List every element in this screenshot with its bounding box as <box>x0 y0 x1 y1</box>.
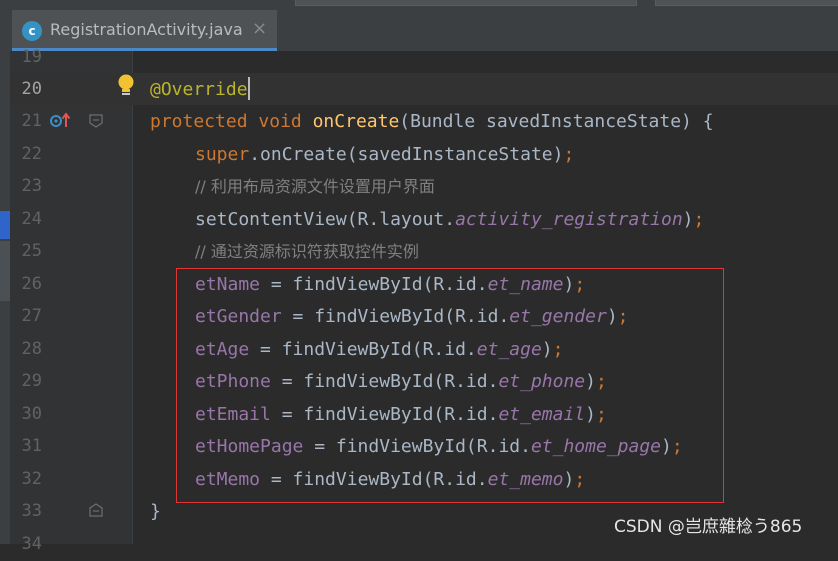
comment[interactable]: // 通过资源标识符获取控件实例 <box>195 235 419 268</box>
closing-brace[interactable]: } <box>150 495 161 528</box>
line-number: 20 <box>21 79 42 99</box>
method-params: (Bundle savedInstanceState) { <box>399 111 714 132</box>
call-text: setContentView(R.layout. <box>195 209 456 230</box>
line-number: 25 <box>21 241 42 261</box>
code-line-25: 25 // 通过资源标识符获取控件实例 <box>0 235 838 268</box>
semicolon: ; <box>563 144 575 165</box>
java-class-icon: c <box>22 21 42 41</box>
line-number: 26 <box>21 274 42 294</box>
line-number: 22 <box>21 144 42 164</box>
watermark: CSDN @岂庶雜棯う865 <box>614 517 803 537</box>
tab-title: RegistrationActivity.java <box>50 20 243 39</box>
code-line-19: 19 <box>0 41 838 74</box>
line-number: 23 <box>21 176 42 196</box>
line-number: 33 <box>21 501 42 521</box>
set-content-view-call[interactable]: setContentView(R.layout.activity_registr… <box>195 203 704 236</box>
keyword: super <box>195 144 250 165</box>
line-number: 21 <box>21 111 42 131</box>
code-line-22: 22 super.onCreate(savedInstanceState); <box>0 138 838 171</box>
method-signature[interactable]: protected void onCreate(Bundle savedInst… <box>150 105 714 138</box>
keyword: protected <box>150 111 248 132</box>
line-number: 28 <box>21 339 42 359</box>
highlight-box <box>176 268 724 503</box>
code-line-24: 24 setContentView(R.layout.activity_regi… <box>0 203 838 236</box>
code-line-21: 21 protected void onCreate(Bundle savedI… <box>0 105 838 138</box>
line-number: 30 <box>21 404 42 424</box>
override-annotation[interactable]: @Override <box>150 73 248 106</box>
line-number: 31 <box>21 436 42 456</box>
method-name: onCreate <box>312 111 400 132</box>
line-number: 34 <box>21 534 42 554</box>
code-line-23: 23 // 利用布局资源文件设置用户界面 <box>0 170 838 203</box>
line-number: 29 <box>21 371 42 391</box>
resource-field: activity_registration <box>455 209 683 230</box>
super-call[interactable]: super.onCreate(savedInstanceState); <box>195 138 574 171</box>
code-line-20: 20 @Override <box>0 73 838 106</box>
line-number: 24 <box>21 209 42 229</box>
tab-ghost-1 <box>295 0 637 6</box>
semicolon: ; <box>693 209 705 230</box>
line-number: 32 <box>21 469 42 489</box>
line-number: 19 <box>21 47 42 67</box>
paren: ) <box>682 209 694 230</box>
keyword: void <box>258 111 302 132</box>
call-text: .onCreate(savedInstanceState) <box>249 144 564 165</box>
comment[interactable]: // 利用布局资源文件设置用户界面 <box>195 170 435 203</box>
tab-ghost-2 <box>655 0 838 6</box>
line-number: 27 <box>21 306 42 326</box>
close-icon[interactable]: × <box>252 18 267 39</box>
text-cursor <box>248 77 250 100</box>
